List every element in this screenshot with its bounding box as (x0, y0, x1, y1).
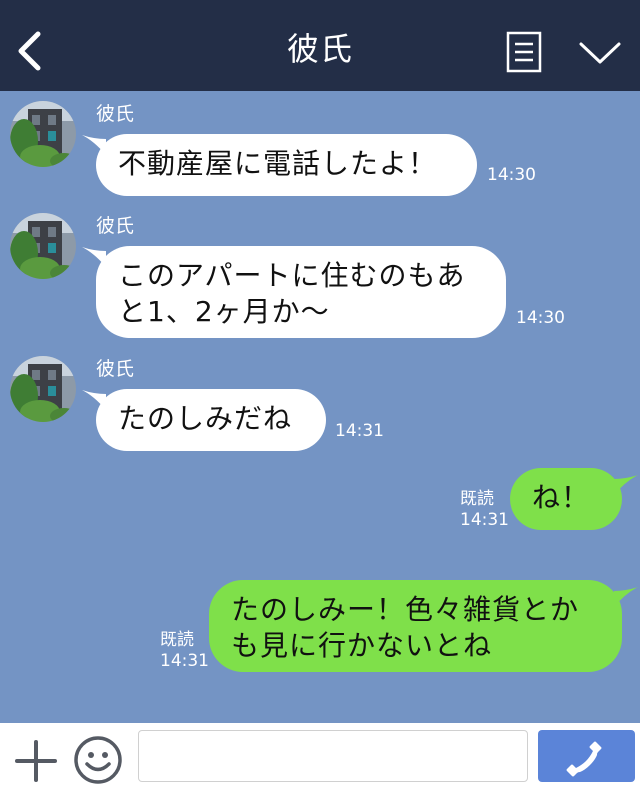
menu-icon (506, 31, 542, 73)
message-text-line: も見に行かないとね (231, 629, 493, 662)
message-time: 14:30 (487, 165, 536, 185)
avatar[interactable] (10, 356, 76, 422)
avatar-photo (10, 213, 76, 279)
message-text: 不動産屋に電話したよ！ (118, 147, 438, 180)
message-time: 14:31 (160, 651, 209, 671)
bubble-tail (614, 587, 638, 607)
message-input[interactable] (138, 730, 528, 782)
message-time: 14:31 (460, 510, 509, 530)
plus-icon (15, 740, 57, 782)
emoji-button[interactable] (73, 735, 123, 785)
message-text: ね！ (532, 481, 591, 514)
sender-name: 彼氏 (96, 358, 135, 380)
message-text-line: たのしみー！色々雑貨とか (231, 593, 580, 626)
message-bubble[interactable]: このアパートに住むのもあ と1、2ヶ月か〜 (96, 246, 506, 338)
message-bubble[interactable]: たのしみー！色々雑貨とか も見に行かないとね (209, 580, 622, 672)
message-text: たのしみだね (118, 402, 293, 435)
phone-icon (566, 741, 602, 777)
sender-name: 彼氏 (96, 215, 135, 237)
chat-title: 彼氏 (286, 30, 353, 68)
chat-area[interactable]: 彼氏 不動産屋に電話したよ！ 14:30 彼氏 このアパートに住むのもあ と1、… (0, 91, 640, 723)
menu-button[interactable] (506, 31, 542, 73)
call-button[interactable] (538, 730, 635, 782)
message-bubble[interactable]: たのしみだね (96, 389, 326, 451)
input-bar (0, 723, 640, 792)
sender-name: 彼氏 (96, 103, 135, 125)
message-time: 14:31 (335, 421, 384, 441)
read-receipt: 既読 (160, 630, 194, 650)
avatar-photo (10, 356, 76, 422)
message-bubble[interactable]: 不動産屋に電話したよ！ (96, 134, 477, 196)
header-bar: 彼氏 (0, 0, 640, 91)
add-button[interactable] (14, 739, 58, 783)
read-receipt: 既読 (460, 489, 494, 509)
message-text-line: と1、2ヶ月か〜 (118, 295, 330, 328)
message-bubble[interactable]: ね！ (510, 468, 622, 530)
avatar-photo (10, 101, 76, 167)
message-time: 14:30 (516, 308, 565, 328)
chevron-down-icon (579, 42, 621, 64)
avatar[interactable] (10, 101, 76, 167)
avatar[interactable] (10, 213, 76, 279)
bubble-tail (614, 475, 638, 495)
emoji-icon (74, 736, 122, 784)
dropdown-button[interactable] (578, 38, 622, 68)
message-text-line: このアパートに住むのもあ (118, 259, 466, 292)
